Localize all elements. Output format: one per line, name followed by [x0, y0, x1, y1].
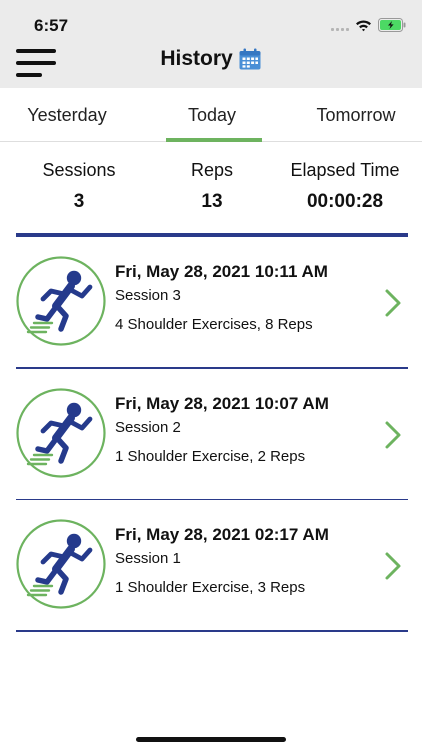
runner-icon	[16, 256, 106, 346]
page-header: History	[0, 47, 422, 71]
session-summary: 4 Shoulder Exercises, 8 Reps	[115, 316, 313, 333]
day-tabs: Yesterday Today Tomorrow	[0, 88, 422, 142]
history-item[interactable]: Fri, May 28, 2021 10:11 AM Session 3 4 S…	[0, 237, 422, 369]
session-date: Fri, May 28, 2021 02:17 AM	[115, 525, 329, 544]
tab-today[interactable]: Today	[154, 88, 270, 142]
battery-icon	[378, 18, 406, 32]
session-date: Fri, May 28, 2021 10:11 AM	[115, 262, 328, 281]
session-summary: 1 Shoulder Exercise, 3 Reps	[115, 579, 306, 596]
chevron-right-icon[interactable]	[382, 419, 404, 451]
chevron-right-icon[interactable]	[382, 287, 404, 319]
chevron-right-icon[interactable]	[382, 550, 404, 582]
status-time: 6:57	[34, 16, 69, 35]
runner-icon	[16, 519, 106, 609]
session-name: Session 3	[115, 287, 181, 304]
stat-reps: Reps 13	[162, 160, 262, 213]
summary-stats: Sessions 3 Reps 13 Elapsed Time 00:00:28	[0, 160, 422, 220]
session-summary: 1 Shoulder Exercise, 2 Reps	[115, 447, 306, 465]
session-date: Fri, May 28, 2021 10:07 AM	[115, 393, 329, 413]
elapsed-time-value: 00:00:28	[306, 191, 384, 212]
page-title: History	[160, 47, 233, 70]
stat-elapsed-time: Elapsed Time 00:00:28	[280, 160, 410, 213]
tab-yesterday[interactable]: Yesterday	[0, 88, 134, 142]
status-icons	[331, 16, 406, 34]
history-item[interactable]: Fri, May 28, 2021 02:17 AM Session 1 1 S…	[0, 500, 422, 632]
home-indicator[interactable]	[136, 737, 286, 742]
history-list: Fri, May 28, 2021 10:11 AM Session 3 4 S…	[0, 237, 422, 632]
elapsed-time-label: Elapsed Time	[290, 160, 400, 180]
top-bar: 6:57 History	[0, 0, 422, 88]
calendar-icon[interactable]	[238, 47, 262, 71]
history-item[interactable]: Fri, May 28, 2021 10:07 AM Session 2 1 S…	[0, 369, 422, 501]
sessions-label: Sessions	[42, 160, 116, 180]
sessions-value: 3	[73, 191, 85, 212]
reps-label: Reps	[190, 160, 234, 180]
tab-tomorrow[interactable]: Tomorrow	[290, 88, 422, 142]
runner-icon	[16, 387, 106, 478]
reps-value: 13	[201, 191, 223, 212]
session-name: Session 2	[115, 418, 181, 436]
wifi-icon	[356, 20, 371, 31]
cellular-signal-icon	[331, 19, 349, 31]
stat-sessions: Sessions 3	[20, 160, 138, 213]
session-name: Session 1	[115, 550, 181, 567]
active-tab-indicator	[166, 138, 262, 142]
